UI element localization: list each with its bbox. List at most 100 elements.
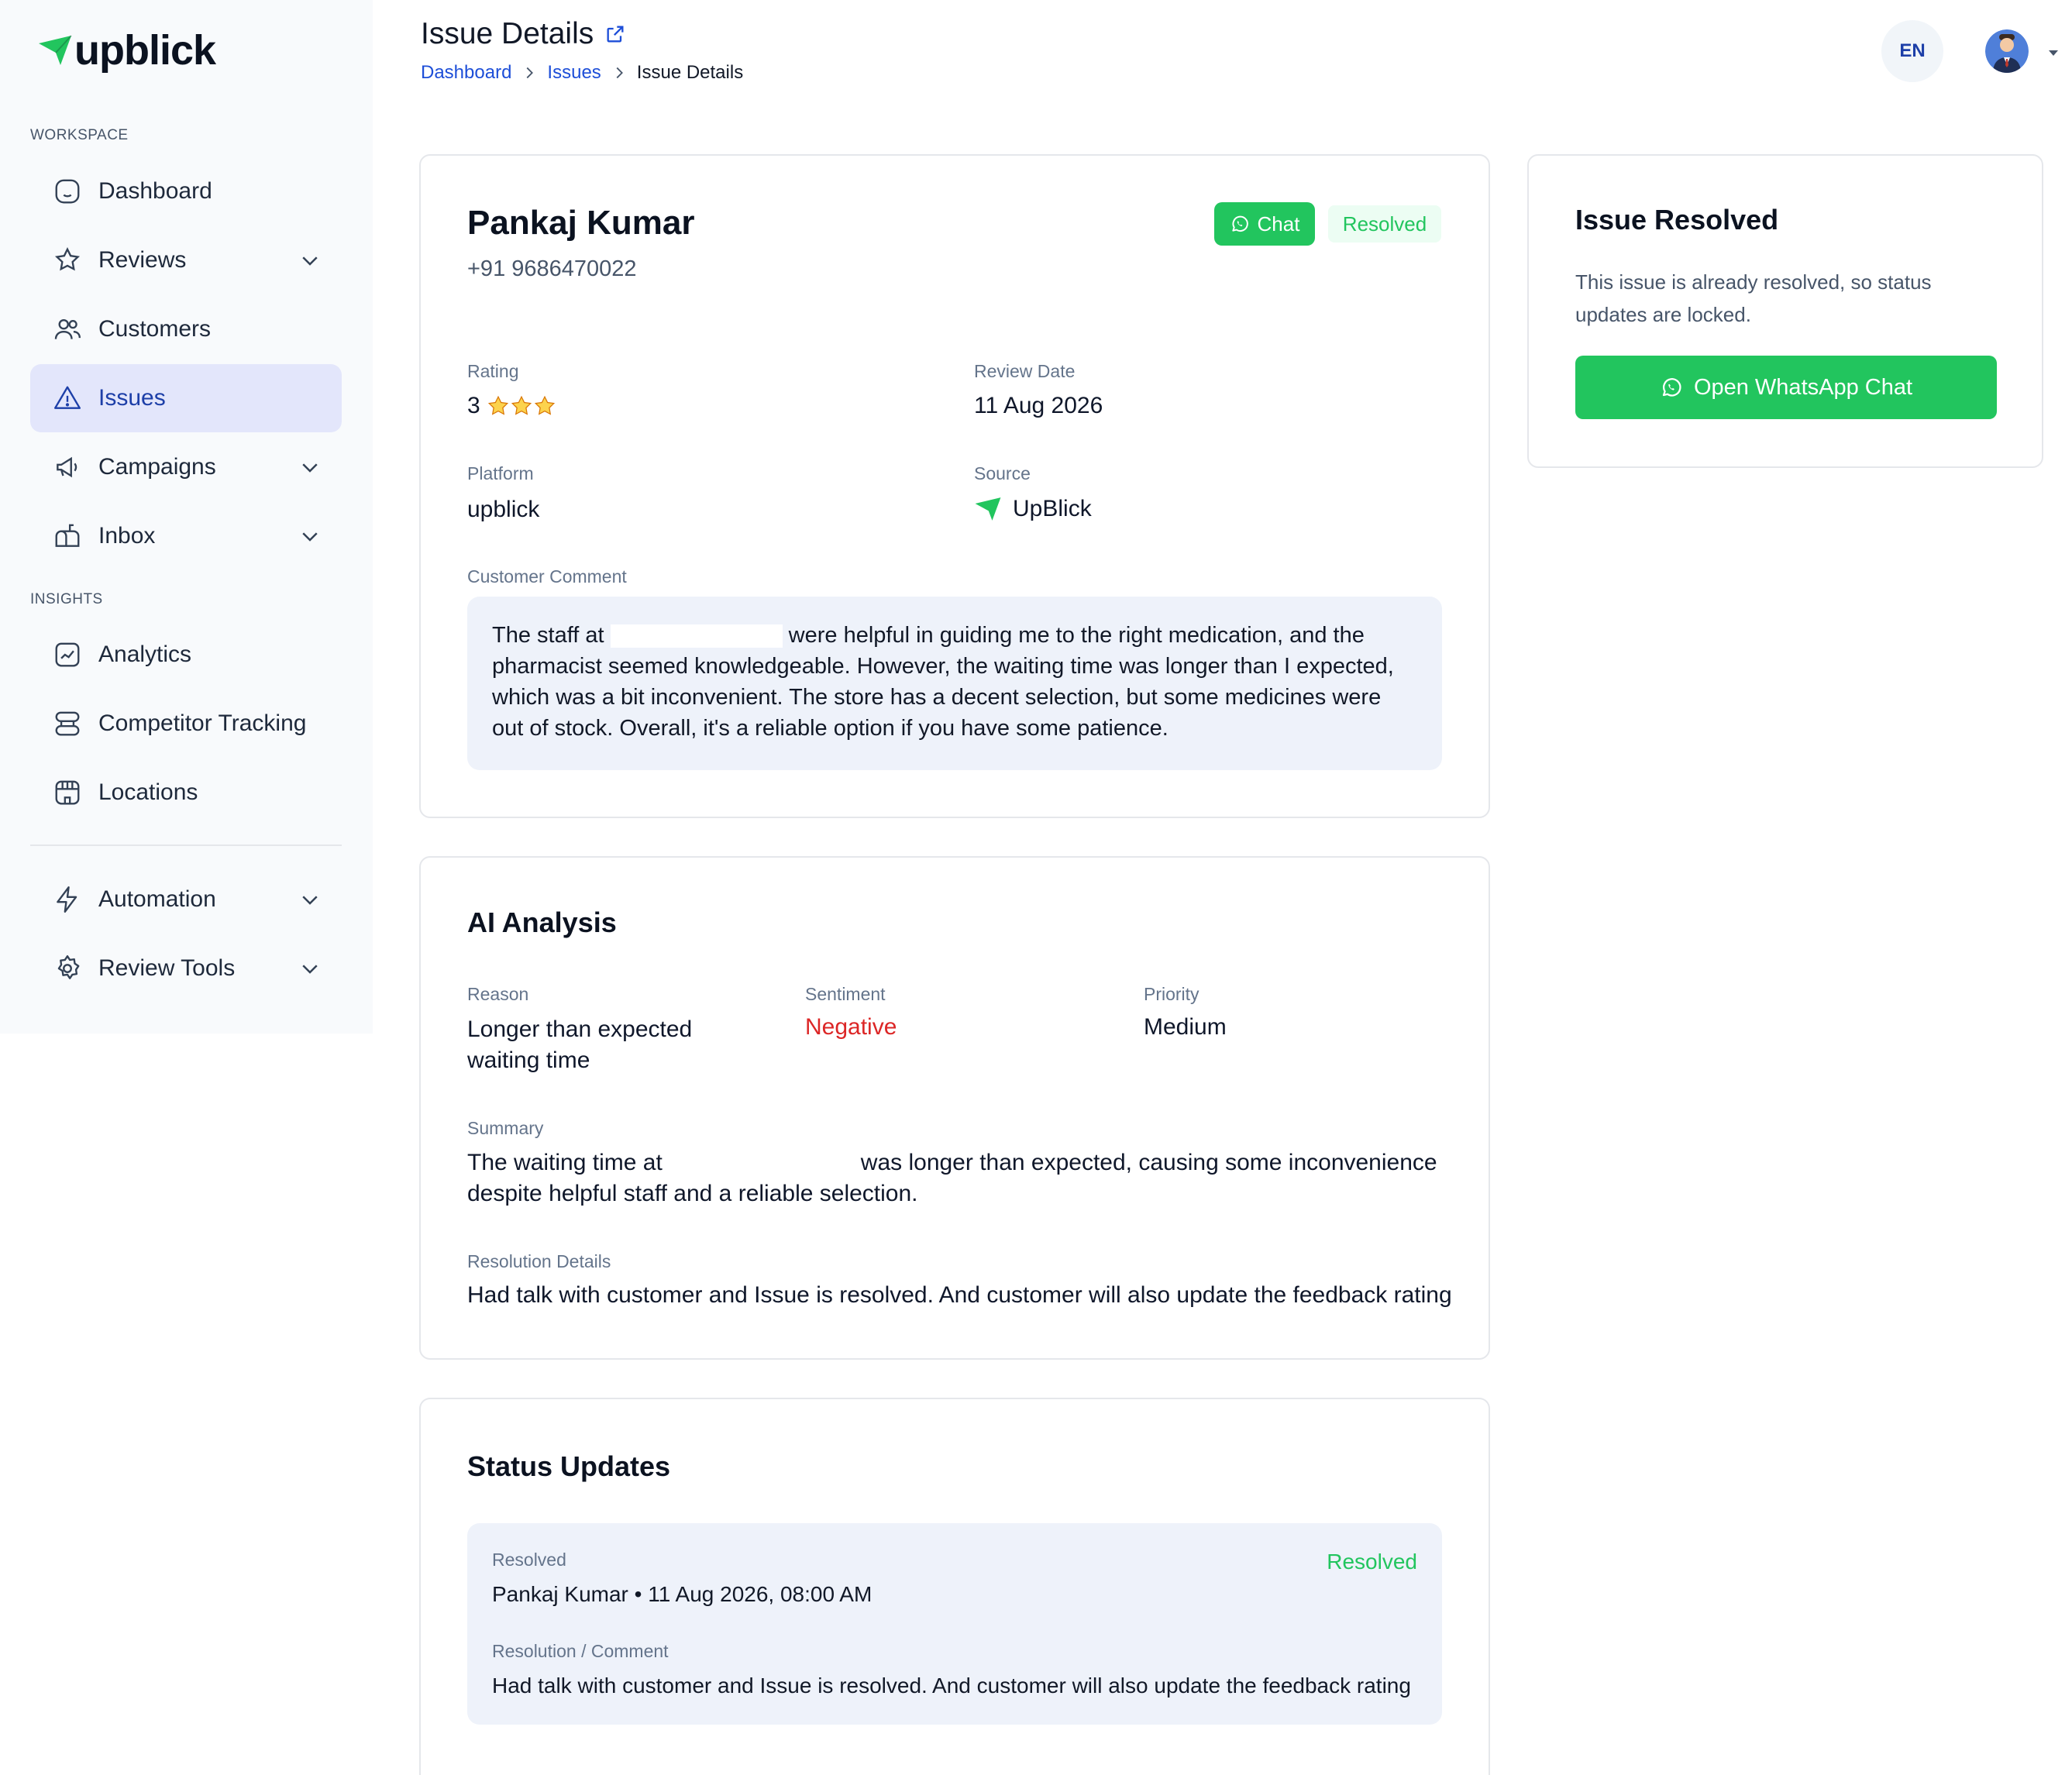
sidebar-item-label: Locations (98, 779, 198, 805)
whatsapp-icon (1662, 378, 1681, 397)
megaphone-icon (52, 452, 83, 483)
comment-text-start: The staff at (492, 623, 604, 648)
status-entry-meta: Pankaj Kumar • 11 Aug 2026, 08:00 AM (492, 1582, 873, 1606)
status-entry-label: Resolved (492, 1550, 566, 1570)
rating-label: Rating (467, 361, 519, 381)
sidebar-item-analytics[interactable]: Analytics (30, 621, 342, 689)
sidebar-item-automation[interactable]: Automation (30, 865, 342, 934)
brand-name: upblick (74, 27, 216, 74)
reason-value: Longer than expected waiting time (467, 1016, 693, 1073)
chevron-right-icon (616, 67, 623, 79)
status-update-entry: Resolved Resolved Pankaj Kumar • 11 Aug … (467, 1523, 1442, 1725)
chat-button[interactable]: Chat (1214, 202, 1315, 246)
sidebar-item-customers[interactable]: Customers (30, 295, 342, 363)
sidebar-item-label: Campaigns (98, 454, 216, 480)
redacted-text (671, 1152, 852, 1176)
review-date-label: Review Date (974, 361, 1076, 381)
sidebar-item-review-tools[interactable]: Review Tools (30, 934, 342, 1003)
redacted-text (610, 624, 783, 648)
sidebar-item-issues[interactable]: Issues (30, 364, 342, 432)
sidebar-item-label: Issues (98, 385, 166, 411)
priority-label: Priority (1144, 984, 1199, 1004)
priority-value: Medium (1144, 1014, 1227, 1040)
breadcrumb-issue-details: Issue Details (636, 62, 744, 83)
rating-stars (487, 394, 556, 418)
sidebar-item-label: Inbox (98, 523, 156, 549)
sidebar-item-label: Reviews (98, 247, 187, 273)
logo-arrow-icon (39, 35, 72, 65)
gear-icon (52, 953, 83, 984)
customer-comment: The staff at were helpful in guiding me … (467, 597, 1442, 770)
sidebar-item-label: Analytics (98, 642, 192, 667)
reason-label: Reason (467, 984, 529, 1004)
resolution-details-value: Had talk with customer and Issue is reso… (467, 1282, 1452, 1308)
customers-icon (52, 314, 83, 345)
chevron-down-icon (302, 256, 318, 266)
bolt-icon (52, 884, 83, 915)
star-icon (534, 395, 555, 415)
caret-down-icon[interactable] (2046, 45, 2061, 60)
star-icon (511, 395, 532, 415)
analytics-icon (52, 639, 83, 670)
rating-field: 3 (467, 393, 556, 419)
dashboard-icon (52, 176, 83, 207)
status-entry-badge: Resolved (1327, 1550, 1417, 1574)
status-badge: Resolved (1328, 205, 1441, 243)
chat-button-label: Chat (1257, 212, 1300, 236)
sidebar-item-reviews[interactable]: Reviews (30, 226, 342, 294)
sidebar-item-label: Customers (98, 316, 212, 342)
sentiment-value: Negative (805, 1014, 897, 1040)
mailbox-icon (52, 521, 83, 552)
sidebar-item-label: Review Tools (98, 955, 236, 981)
sidebar-item-locations[interactable]: Locations (30, 759, 342, 827)
breadcrumb-issues[interactable]: Issues (547, 62, 601, 84)
sidebar-item-campaigns[interactable]: Campaigns (30, 433, 342, 501)
source-field: UpBlick (974, 495, 1092, 523)
external-link-icon[interactable] (604, 23, 626, 45)
breadcrumb-dashboard[interactable]: Dashboard (421, 62, 511, 84)
sidebar-item-label: Automation (98, 886, 216, 912)
warning-icon (52, 383, 83, 414)
rating-value: 3 (467, 393, 480, 418)
open-whatsapp-chat-label: Open WhatsApp Chat (1693, 374, 1913, 400)
sidebar-item-label: Dashboard (98, 178, 212, 204)
star-icon (487, 395, 508, 415)
comment-label: Customer Comment (467, 566, 627, 587)
review-date-value: 11 Aug 2026 (974, 393, 1103, 418)
chevron-down-icon (302, 896, 318, 905)
sidebar-divider (30, 845, 342, 846)
status-entry-comment: Had talk with customer and Issue is reso… (492, 1674, 1411, 1698)
whatsapp-icon (1231, 215, 1248, 232)
chevron-down-icon (302, 532, 318, 542)
section-label-workspace: WORKSPACE (30, 127, 129, 143)
resolution-details-label: Resolution Details (467, 1251, 611, 1271)
section-label-insights: INSIGHTS (30, 591, 103, 607)
sentiment-label: Sentiment (805, 984, 886, 1004)
language-button[interactable]: EN (1881, 20, 1943, 82)
source-value: UpBlick (1013, 496, 1092, 521)
store-icon (52, 777, 83, 808)
brand-logo[interactable]: upblick (37, 23, 216, 77)
issue-resolved-title: Issue Resolved (1575, 204, 1779, 236)
page-title-text: Issue Details (421, 17, 594, 50)
customer-name: Pankaj Kumar (467, 204, 695, 242)
user-avatar-icon (1985, 29, 2029, 73)
avatar[interactable] (1985, 29, 2029, 73)
server-icon (52, 708, 83, 739)
chevron-down-icon (302, 463, 318, 473)
sidebar: upblick WORKSPACE Dashboard Reviews Cust… (0, 0, 373, 1034)
summary-text-start: The waiting time at (467, 1150, 663, 1175)
sidebar-item-dashboard[interactable]: Dashboard (30, 157, 342, 225)
status-entry-comment-label: Resolution / Comment (492, 1641, 669, 1661)
sidebar-item-competitor-tracking[interactable]: Competitor Tracking (30, 690, 342, 758)
platform-label: Platform (467, 463, 534, 483)
issue-card: Pankaj Kumar +91 9686470022 Chat Resolve… (419, 154, 1490, 818)
chevron-down-icon (302, 965, 318, 974)
status-updates-title: Status Updates (467, 1450, 671, 1482)
summary-value: The waiting time at was longer than expec… (467, 1147, 1444, 1209)
breadcrumb: Dashboard Issues Issue Details (421, 62, 743, 84)
page-title: Issue Details (421, 17, 626, 51)
open-whatsapp-chat-button[interactable]: Open WhatsApp Chat (1575, 356, 1997, 419)
ai-analysis-card: AI Analysis Reason Longer than expected … (419, 856, 1490, 1360)
sidebar-item-inbox[interactable]: Inbox (30, 502, 342, 570)
